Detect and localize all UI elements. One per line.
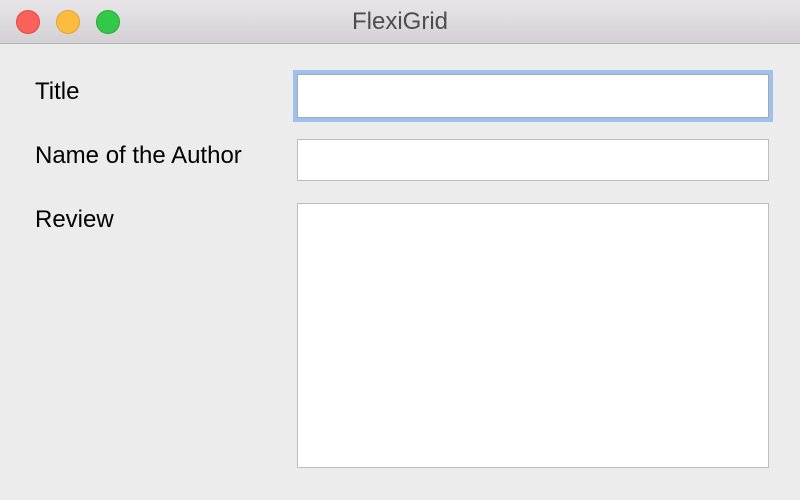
close-window-button[interactable] <box>16 10 40 34</box>
author-name-input[interactable] <box>297 139 769 181</box>
window-title: FlexiGrid <box>351 8 448 35</box>
app-window: FlexiGrid Title Name of the Author Revie… <box>0 0 800 500</box>
zoom-window-button[interactable] <box>96 10 120 34</box>
title-label: Title <box>35 78 80 105</box>
author-name-label: Name of the Author <box>35 142 242 169</box>
title-bar[interactable]: FlexiGrid <box>0 0 800 44</box>
title-input[interactable] <box>297 74 769 118</box>
review-textarea[interactable] <box>297 203 769 468</box>
minimize-window-button[interactable] <box>56 10 80 34</box>
review-label: Review <box>35 206 114 233</box>
